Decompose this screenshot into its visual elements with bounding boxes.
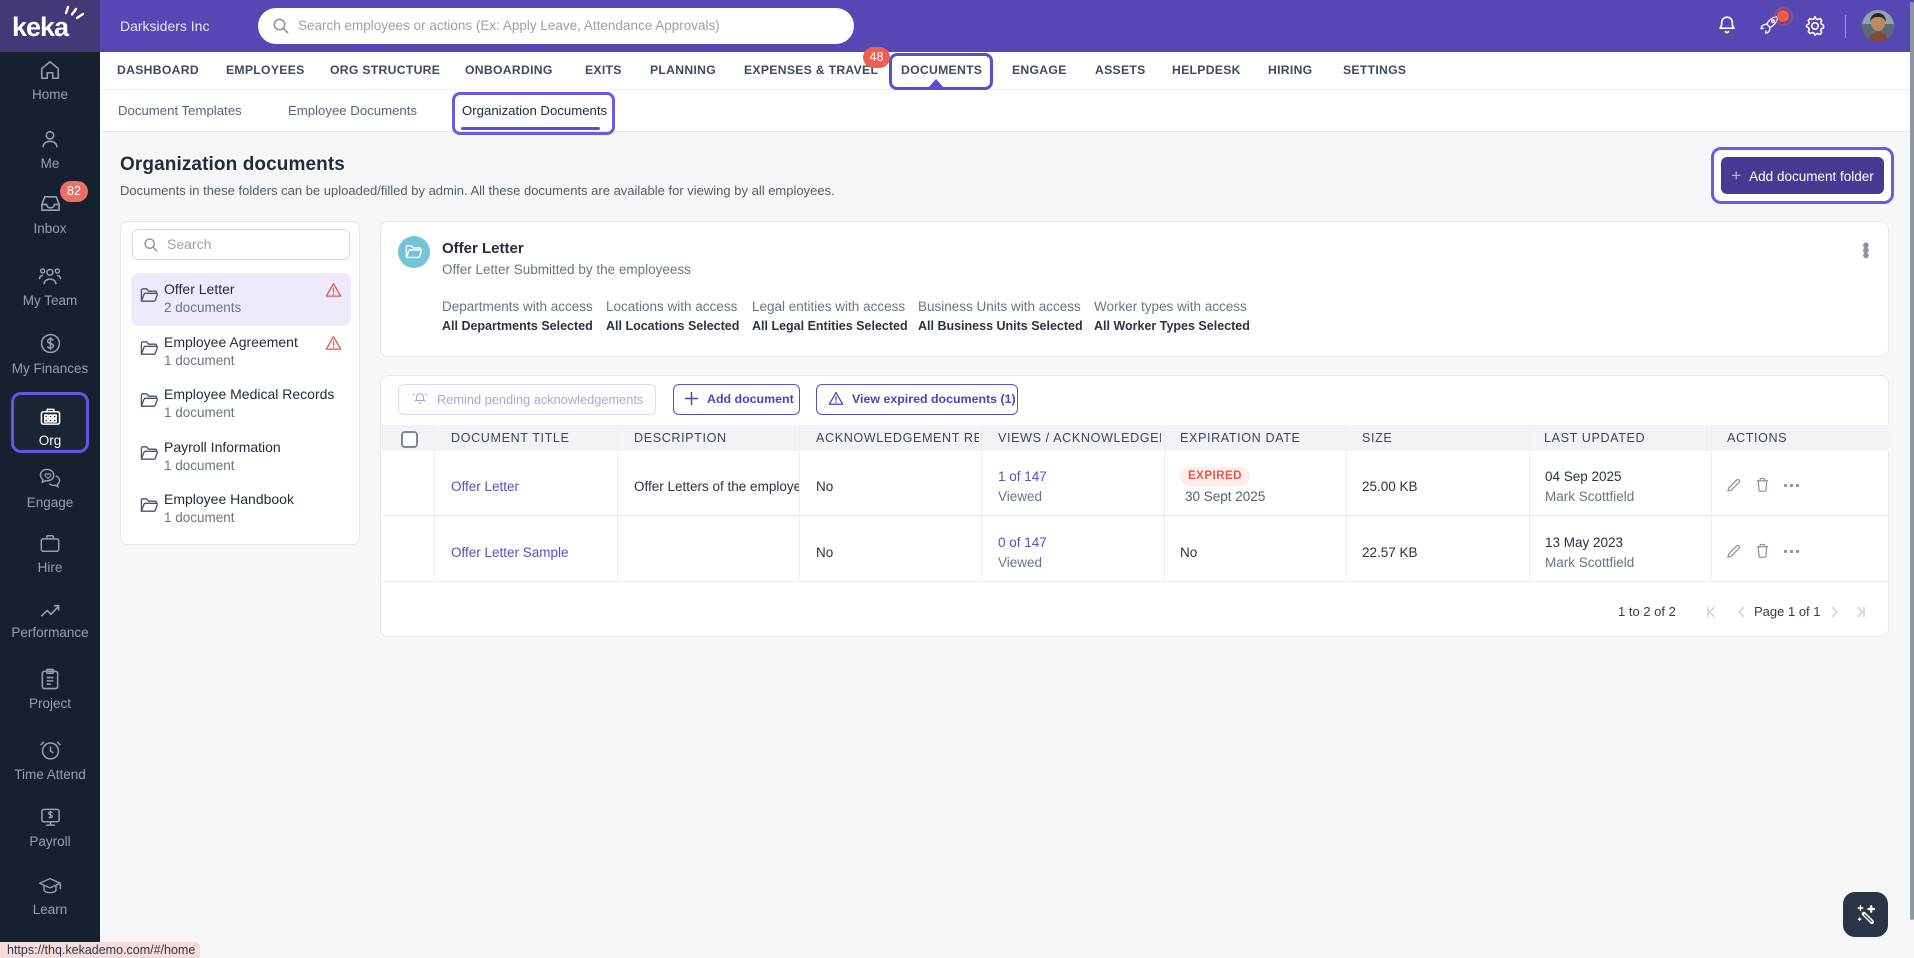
svg-text:keka: keka bbox=[12, 12, 70, 42]
